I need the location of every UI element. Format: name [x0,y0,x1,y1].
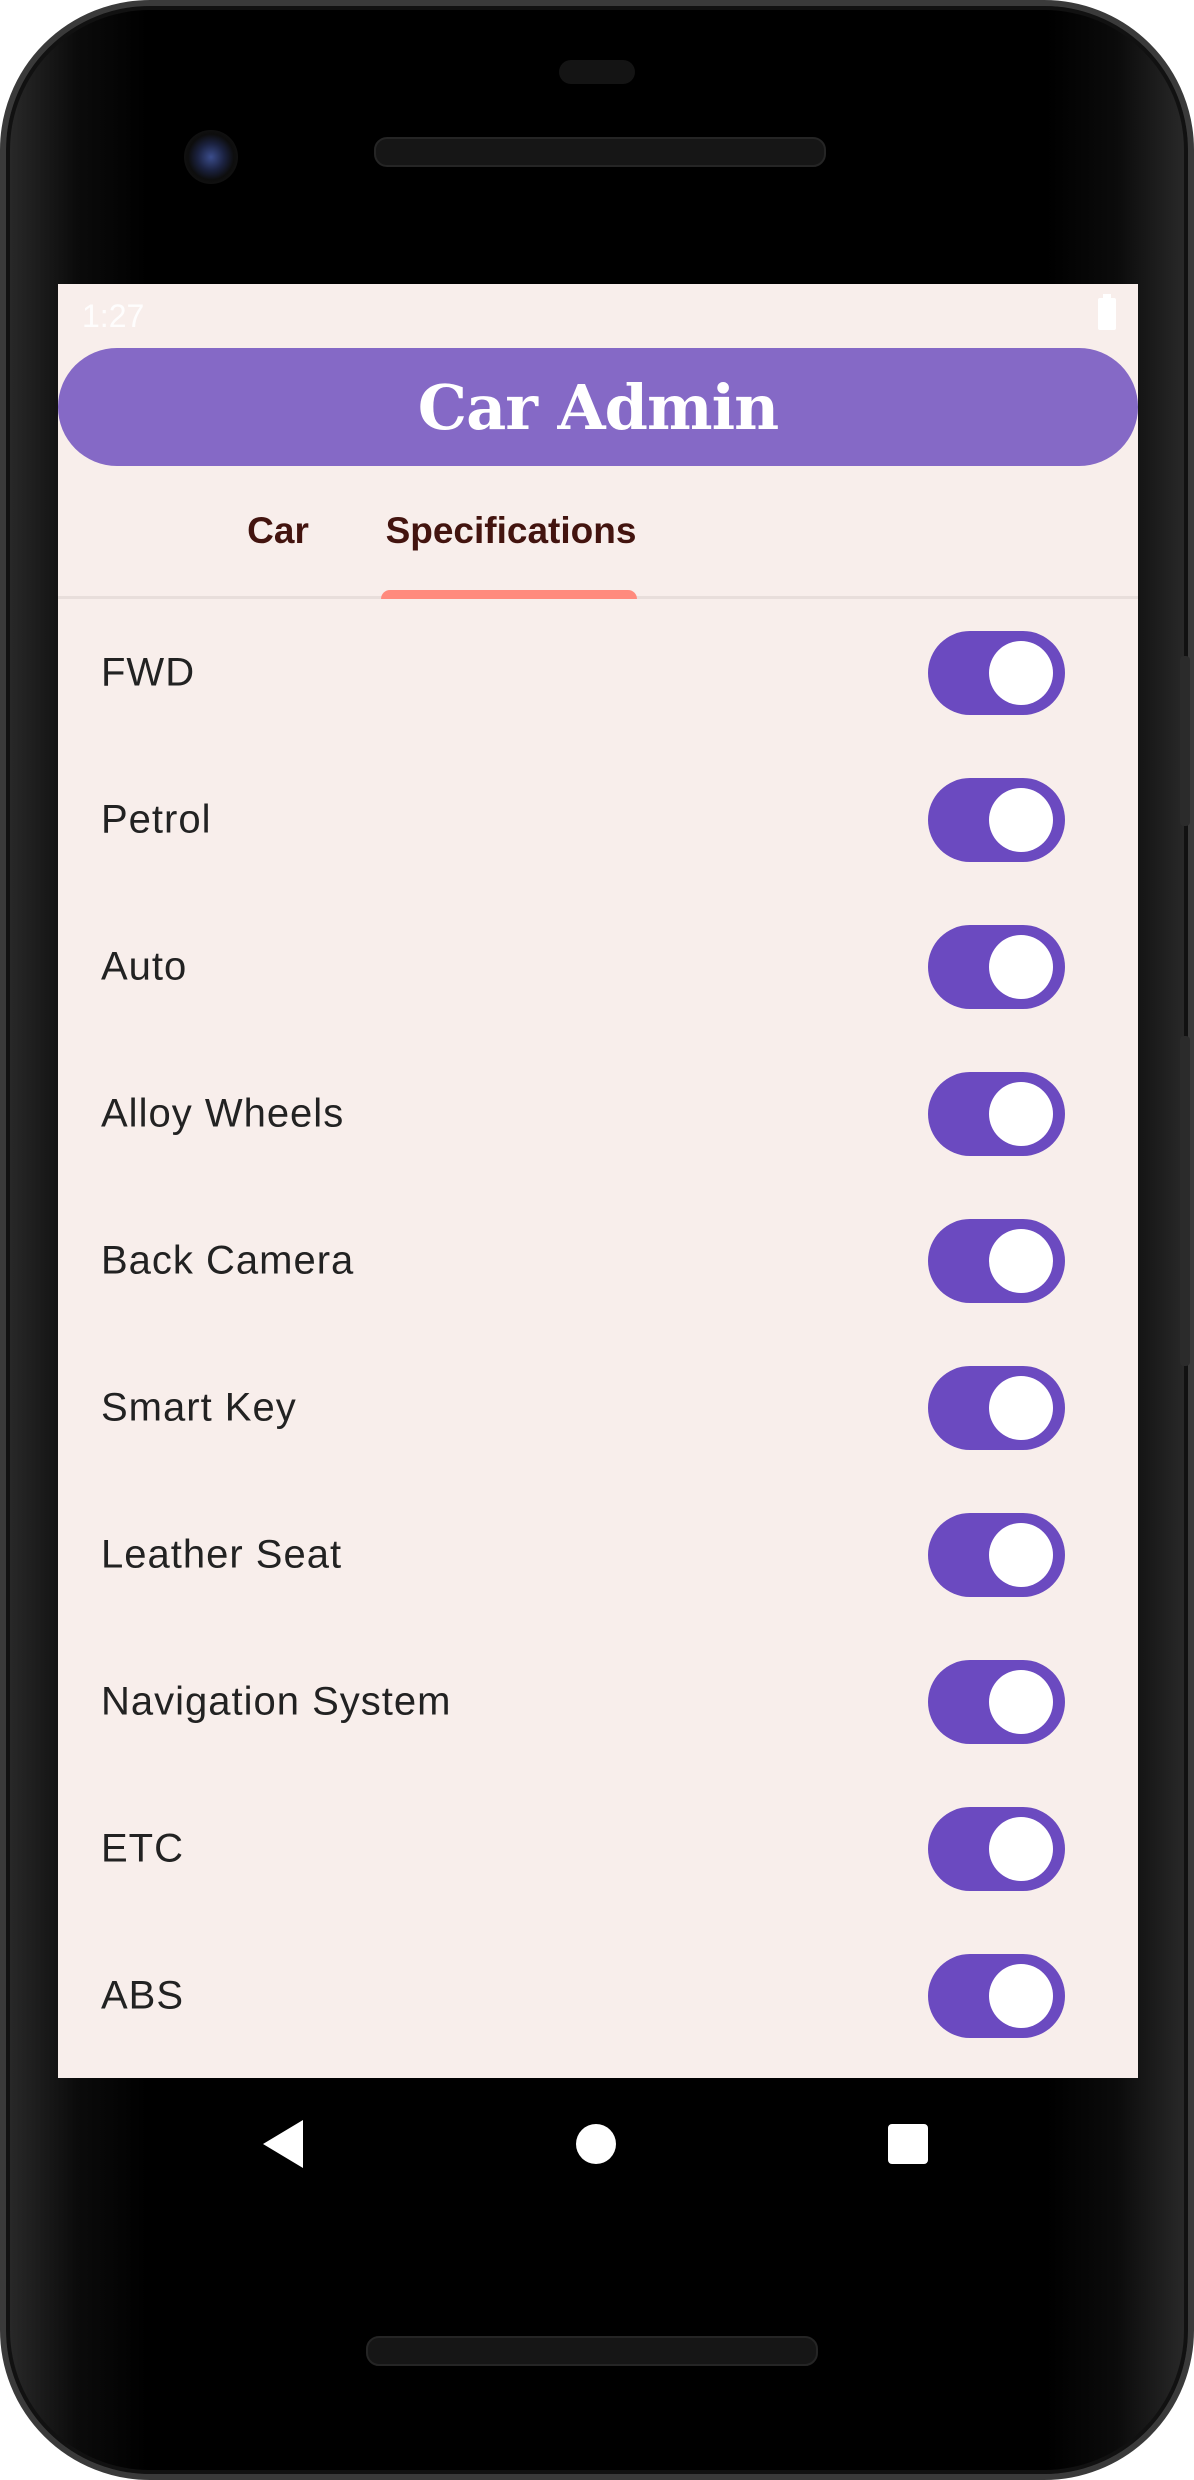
spec-label: Back Camera [101,1238,355,1282]
top-speaker [374,137,826,167]
bottom-speaker [366,2336,818,2366]
volume-button [1180,1036,1190,1366]
spec-label: FWD [101,650,196,694]
toggle-knob [989,1963,1053,2028]
specifications-list: FWD Petrol Auto Alloy Wheels Back Camera… [58,599,1138,2069]
back-camera-toggle[interactable] [928,1218,1065,1303]
toggle-knob [989,1228,1053,1293]
recents-icon[interactable] [888,2124,928,2164]
spec-row-navigation-system: Navigation System [58,1628,1138,1775]
front-camera-icon [184,130,238,184]
fwd-toggle[interactable] [928,630,1065,715]
spec-row-abs: ABS [58,1922,1138,2069]
spec-row-alloy-wheels: Alloy Wheels [58,1040,1138,1187]
alloy-wheels-toggle[interactable] [928,1071,1065,1156]
home-icon[interactable] [576,2124,616,2164]
app-title: Car Admin [417,370,779,444]
leather-seat-toggle[interactable] [928,1512,1065,1597]
tab-car[interactable]: Car [213,466,343,596]
smart-key-toggle[interactable] [928,1365,1065,1450]
etc-toggle[interactable] [928,1806,1065,1891]
system-nav-bar [58,2078,1138,2210]
spec-label: ABS [101,1973,185,2017]
toggle-knob [989,1375,1053,1440]
tab-specifications[interactable]: Specifications [381,466,641,596]
app-screen: 1:27 Car Admin Car Specifications FWD Pe… [58,284,1138,2078]
spec-row-fwd: FWD [58,599,1138,746]
spec-row-back-camera: Back Camera [58,1187,1138,1334]
phone-frame: 1:27 Car Admin Car Specifications FWD Pe… [0,0,1194,2480]
status-time: 1:27 [82,298,145,334]
power-button [1180,656,1190,826]
toggle-knob [989,1669,1053,1734]
back-icon[interactable] [263,2120,303,2168]
toggle-knob [989,934,1053,999]
navigation-system-toggle[interactable] [928,1659,1065,1744]
spec-label: Petrol [101,797,212,841]
spec-label: Navigation System [101,1679,452,1723]
spec-row-auto: Auto [58,893,1138,1040]
auto-toggle[interactable] [928,924,1065,1009]
spec-row-leather-seat: Leather Seat [58,1481,1138,1628]
battery-icon [1098,294,1116,330]
spec-label: Smart Key [101,1385,297,1429]
toggle-knob [989,1816,1053,1881]
abs-toggle[interactable] [928,1953,1065,2038]
app-bar: Car Admin [58,348,1138,466]
status-bar: 1:27 [58,284,1138,344]
petrol-toggle[interactable] [928,777,1065,862]
toggle-knob [989,1522,1053,1587]
toggle-knob [989,1081,1053,1146]
tab-bar: Car Specifications [58,466,1138,599]
tab-indicator [381,590,637,599]
spec-label: Leather Seat [101,1532,343,1576]
toggle-knob [989,787,1053,852]
spec-label: Auto [101,944,188,988]
earpiece [559,60,635,84]
spec-label: ETC [101,1826,184,1870]
spec-row-smart-key: Smart Key [58,1334,1138,1481]
spec-row-etc: ETC [58,1775,1138,1922]
spec-row-petrol: Petrol [58,746,1138,893]
spec-label: Alloy Wheels [101,1091,345,1135]
toggle-knob [989,640,1053,705]
